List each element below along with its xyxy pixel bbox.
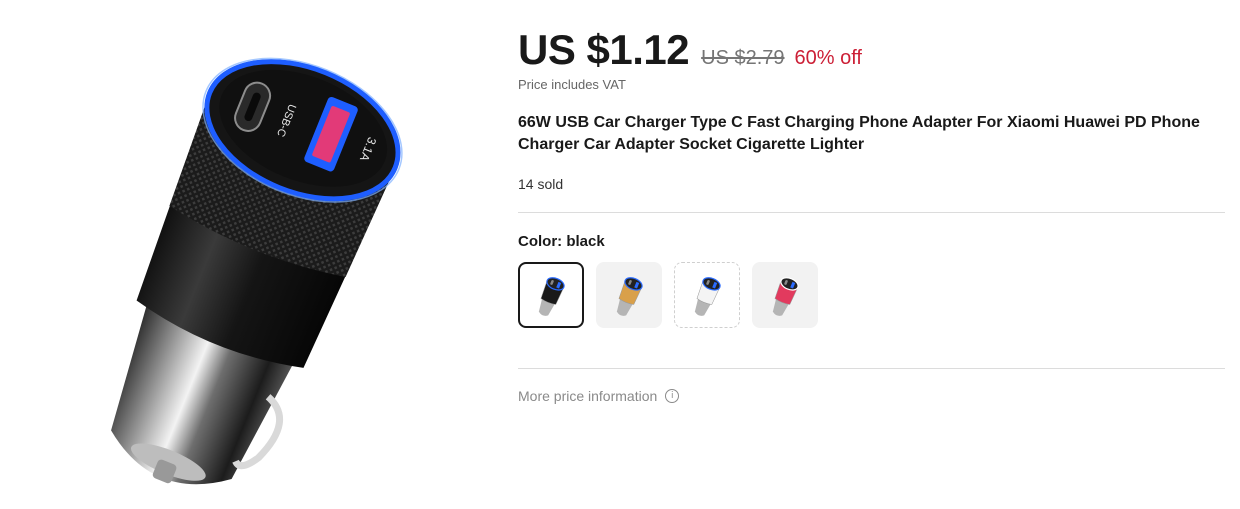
- sold-count: 14 sold: [518, 176, 564, 192]
- discount-label: 60% off: [794, 47, 862, 69]
- original-price: US $2.79: [701, 47, 785, 69]
- swatch-thumbnail-icon: [538, 277, 565, 316]
- product-image[interactable]: USB-C 3.1A: [0, 0, 500, 509]
- product-title: 66W USB Car Charger Type C Fast Charging…: [518, 114, 1200, 153]
- more-price-info-label: More price information: [518, 388, 658, 404]
- swatch-thumbnail-icon: [694, 277, 721, 316]
- vat-note: Price includes VAT: [518, 77, 626, 92]
- color-swatch-pink[interactable]: [752, 262, 818, 328]
- info-icon: i: [665, 389, 680, 403]
- color-swatch-black[interactable]: [518, 262, 584, 328]
- color-swatch-list: [518, 262, 818, 328]
- more-price-info-link[interactable]: More price information i: [518, 388, 680, 404]
- price-row: US $1.12 US $2.79 60% off: [518, 26, 862, 74]
- color-swatch-gold[interactable]: [596, 262, 662, 328]
- swatch-thumbnail-icon: [616, 277, 643, 316]
- swatch-thumbnail-icon: [772, 277, 799, 316]
- car-charger-illustration: USB-C 3.1A: [111, 57, 403, 485]
- current-price: US $1.12: [518, 26, 690, 73]
- color-swatch-white[interactable]: [674, 262, 740, 328]
- color-label: Color: black: [518, 233, 605, 250]
- divider: [518, 212, 1225, 213]
- divider: [518, 368, 1225, 369]
